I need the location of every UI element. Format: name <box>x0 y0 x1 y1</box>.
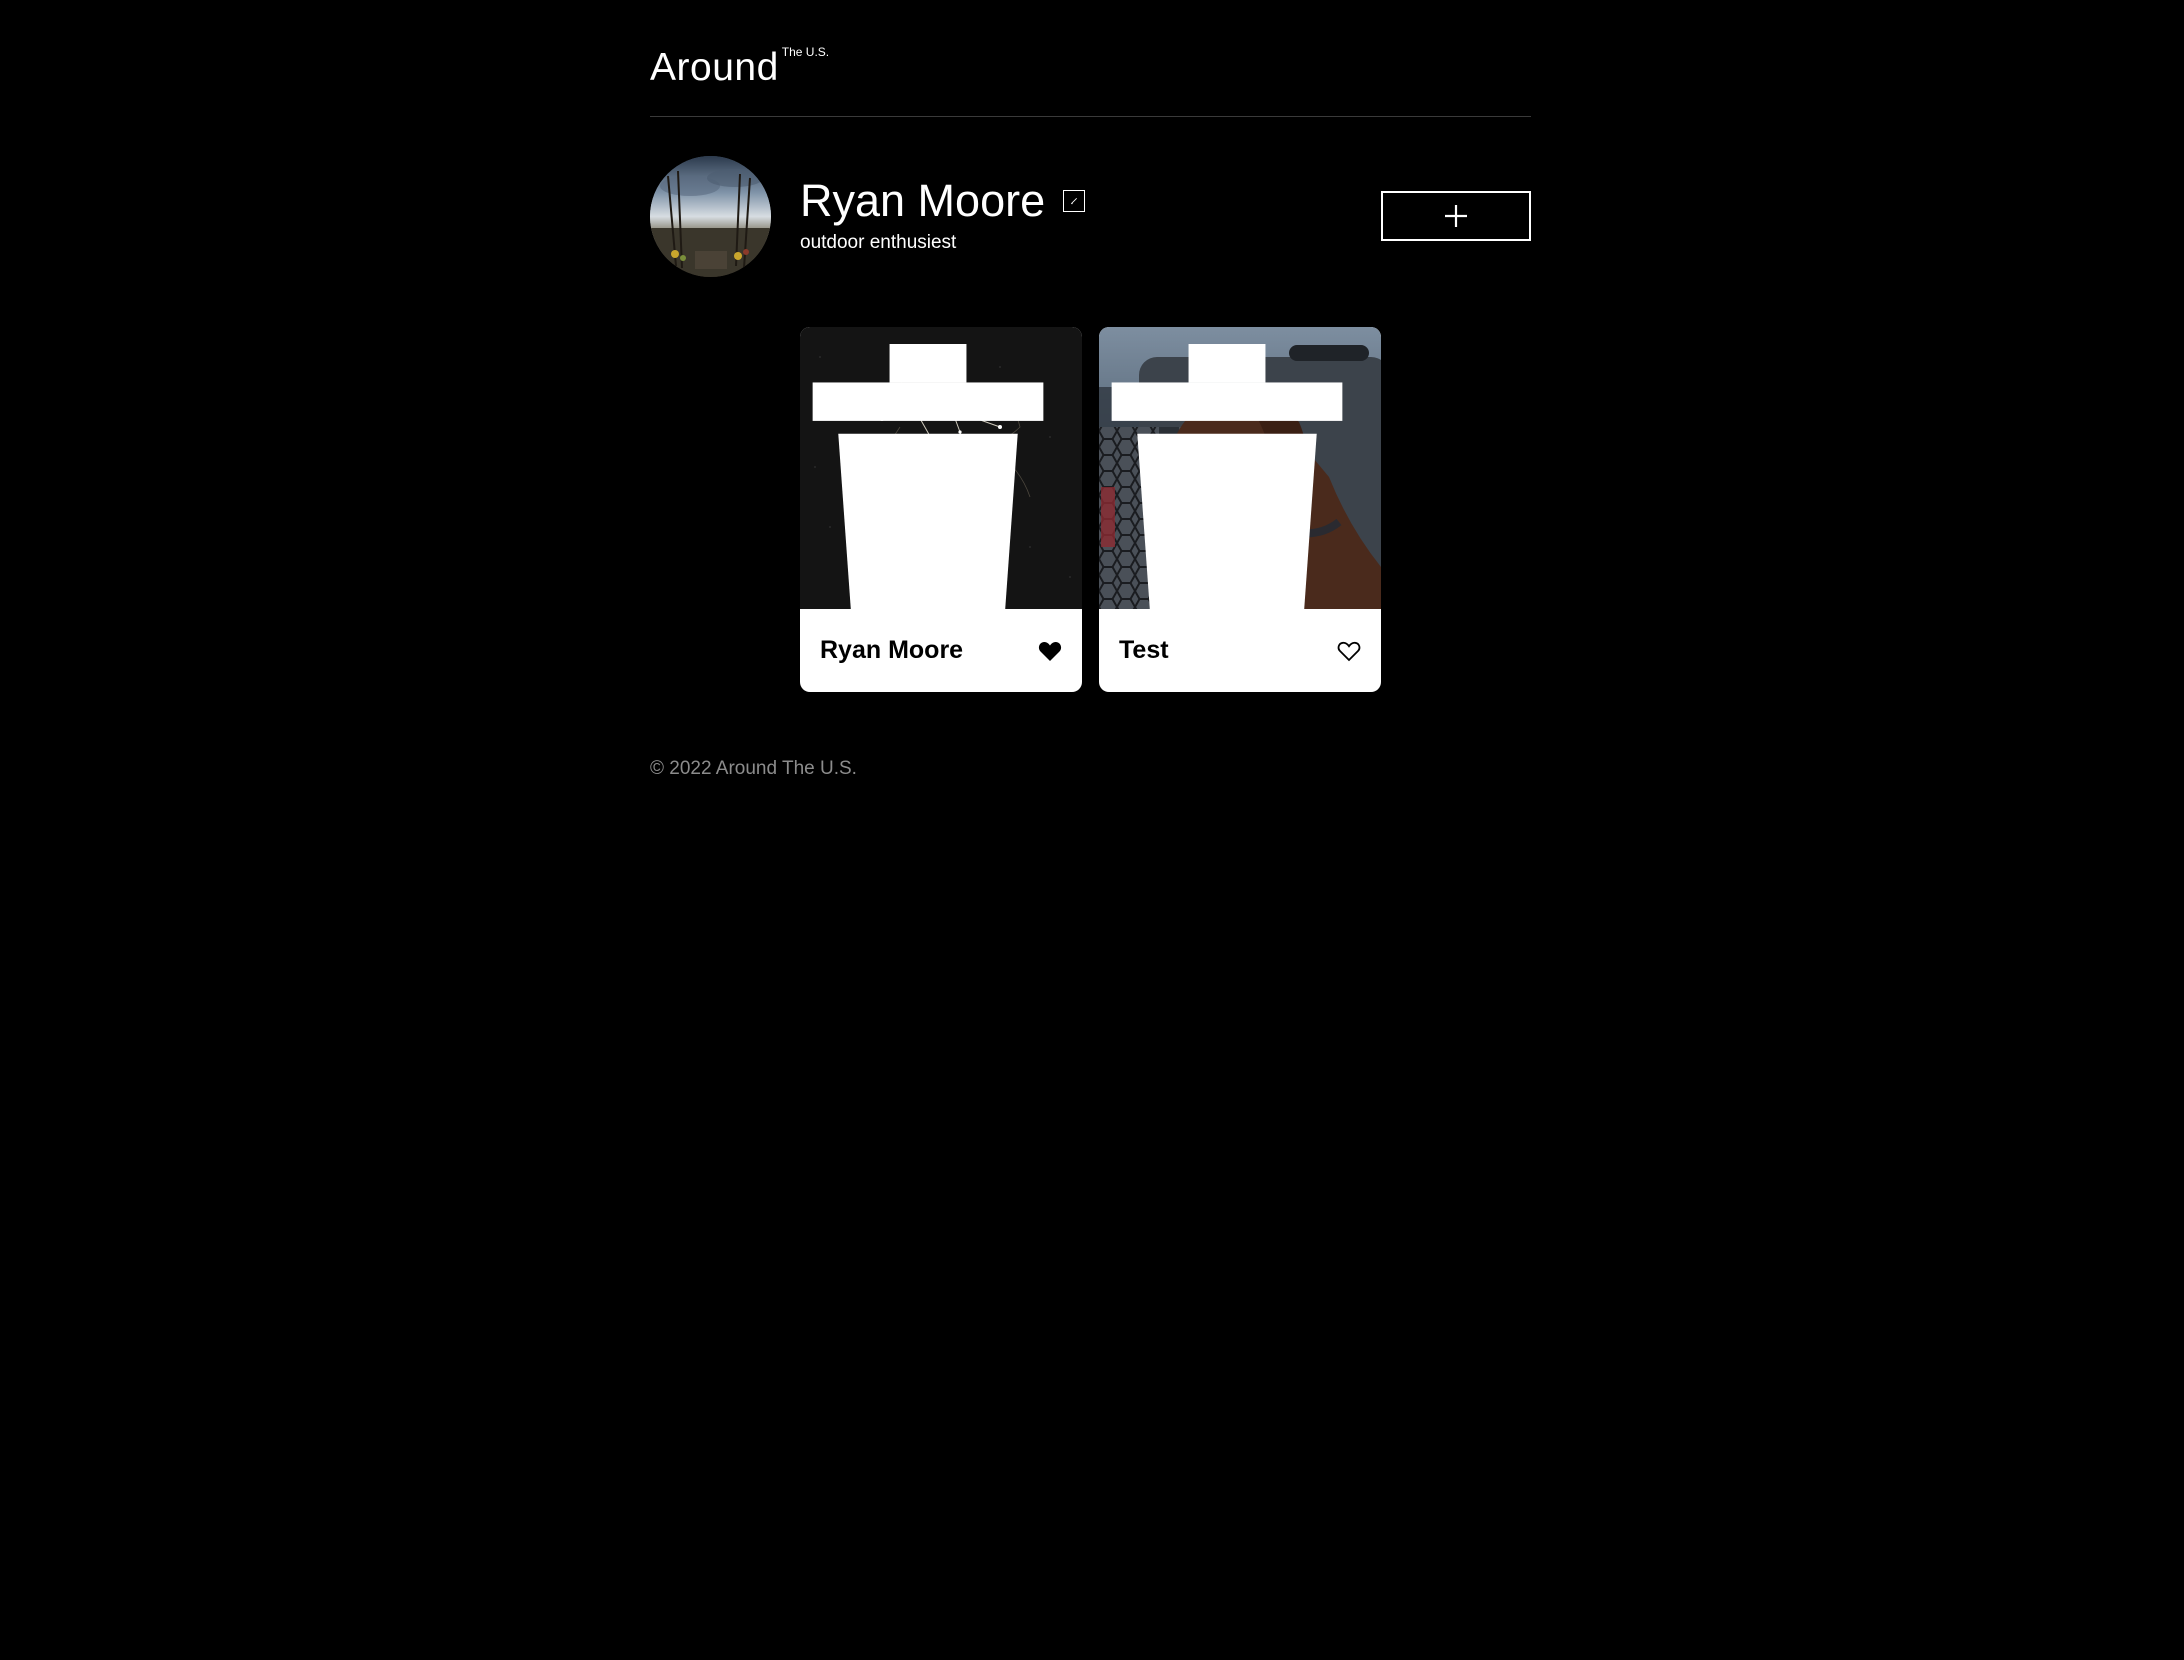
page: Around The U.S. Ryan Moore outdoor enthu… <box>0 0 2184 1660</box>
profile-name: Ryan Moore <box>800 175 1046 226</box>
card-image[interactable] <box>1099 327 1381 609</box>
trash-icon[interactable] <box>800 344 1069 609</box>
logo-superscript: The U.S. <box>781 45 830 59</box>
profile-section: Ryan Moore outdoor enthusiest <box>650 156 1531 278</box>
card-footer: Ryan Moore <box>800 609 1082 692</box>
cards-grid: Ryan Moore Test <box>800 327 1381 692</box>
site-header: Around The U.S. <box>650 0 1531 117</box>
profile-about: outdoor enthusiest <box>800 232 957 253</box>
profile-info: Ryan Moore outdoor enthusiest <box>800 174 1086 254</box>
pencil-edit-icon <box>1071 198 1078 205</box>
heart-filled-icon[interactable] <box>1038 640 1062 662</box>
copyright-text: © 2022 Around The U.S. <box>650 758 857 779</box>
edit-profile-button[interactable] <box>1063 190 1086 212</box>
logo: Around The U.S. <box>650 44 829 92</box>
plus-icon <box>1445 205 1467 227</box>
avatar[interactable] <box>650 156 771 277</box>
avatar-image <box>650 156 771 277</box>
profile-name-row: Ryan Moore <box>800 174 1086 228</box>
card-title: Ryan Moore <box>820 636 964 664</box>
trash-icon[interactable] <box>1099 344 1368 609</box>
card-footer: Test <box>1099 609 1381 692</box>
card-title: Test <box>1119 636 1169 664</box>
heart-outline-icon[interactable] <box>1337 640 1361 662</box>
card-image[interactable] <box>800 327 1082 609</box>
card: Ryan Moore <box>800 327 1082 692</box>
logo-main-text: Around <box>650 46 779 89</box>
card: Test <box>1099 327 1381 692</box>
site-footer: © 2022 Around The U.S. <box>650 758 857 780</box>
add-card-button[interactable] <box>1381 191 1531 241</box>
content-container: Around The U.S. Ryan Moore outdoor enthu… <box>650 0 1531 779</box>
